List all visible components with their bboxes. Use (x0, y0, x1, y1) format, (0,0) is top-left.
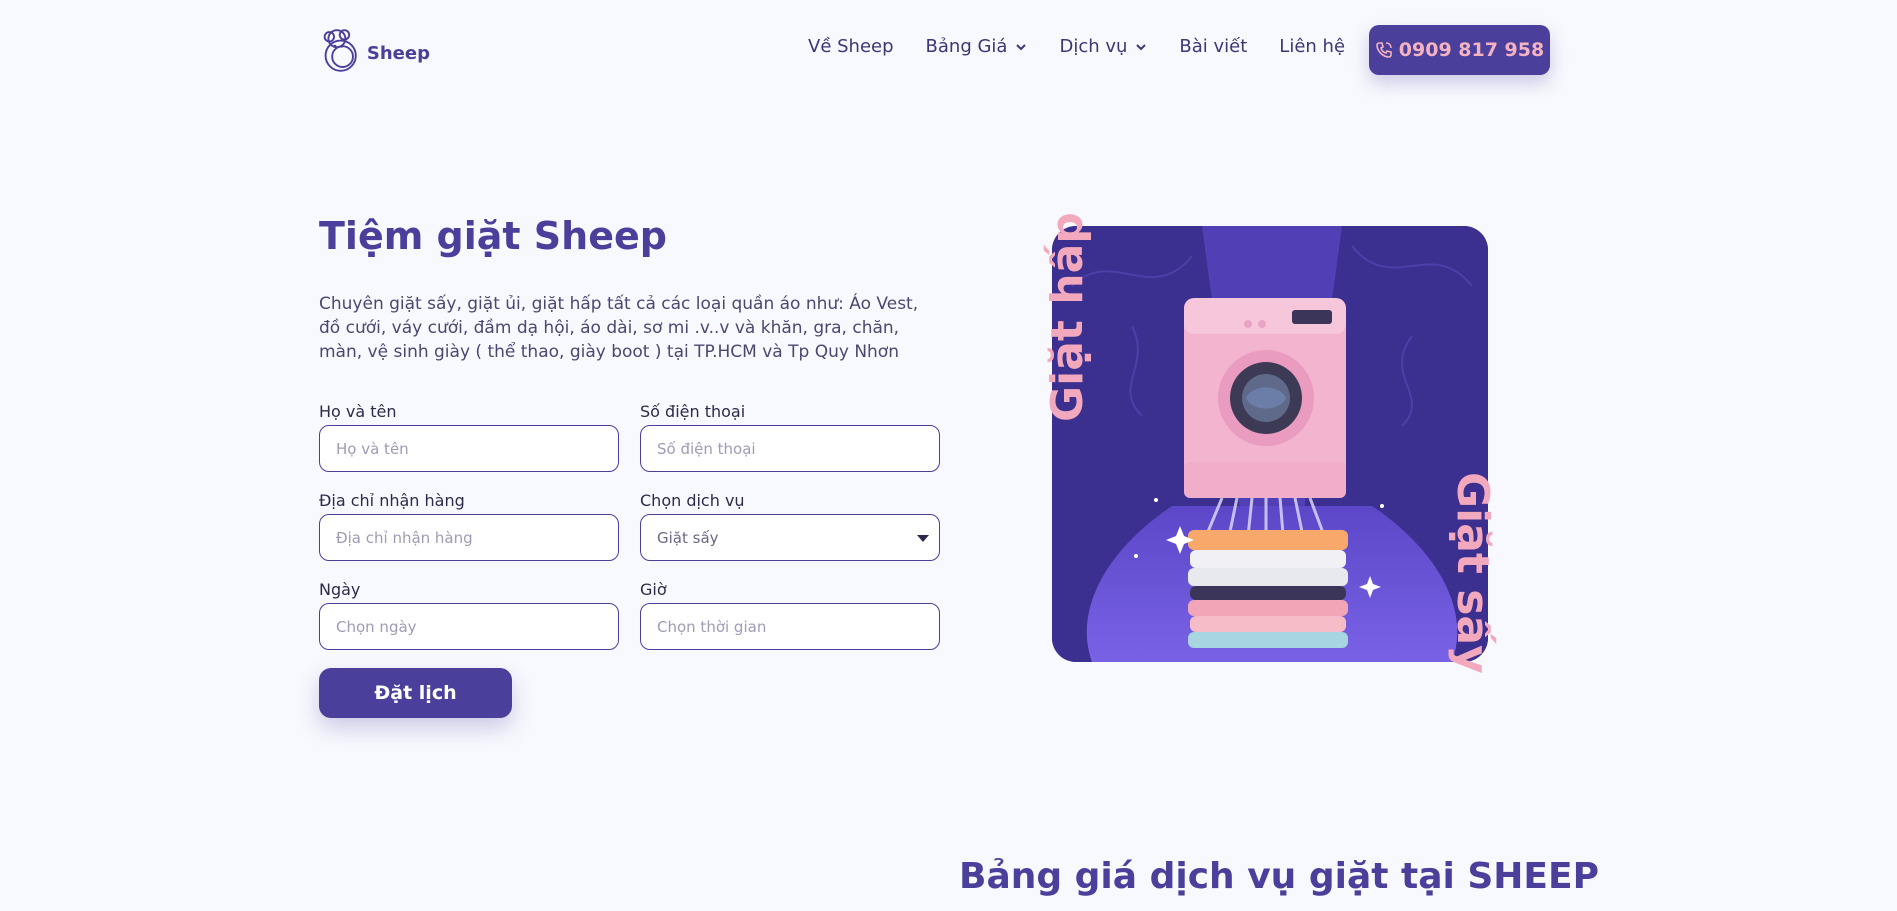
nav-item-services[interactable]: Dịch vụ (1059, 36, 1147, 57)
hero-description: Chuyên giặt sấy, giặt ủi, giặt hấp tất c… (319, 294, 919, 362)
nav-item-label: Bài viết (1179, 36, 1248, 57)
phone-number: 0909 817 958 (1398, 39, 1545, 61)
illustration-card (1052, 226, 1488, 662)
phone-field-group: Số điện thoại (640, 402, 940, 472)
logo[interactable]: Sheep (318, 24, 430, 76)
pricing-section-title: Bảng giá dịch vụ giặt tại SHEEP (959, 856, 1599, 897)
date-field-group: Ngày (319, 580, 619, 650)
phone-icon (1375, 42, 1392, 58)
nav-item-label: Dịch vụ (1059, 36, 1128, 57)
chevron-down-icon (1136, 43, 1147, 50)
name-label: Họ và tên (319, 402, 397, 421)
time-label: Giờ (640, 580, 667, 599)
nav-item-contact[interactable]: Liên hệ (1279, 36, 1345, 57)
date-label: Ngày (319, 580, 361, 599)
dry-wash-text: Giặt sấy (1447, 472, 1498, 674)
address-label: Địa chỉ nhận hàng (319, 491, 465, 510)
caret-down-icon (917, 535, 929, 542)
chevron-down-icon (1016, 43, 1027, 50)
date-input[interactable] (319, 603, 619, 650)
nav-item-label: Liên hệ (1279, 36, 1346, 57)
nav-item-label: Về Sheep (808, 36, 894, 57)
page-title: Tiệm giặt Sheep (319, 214, 667, 258)
name-field-group: Họ và tên (319, 402, 619, 472)
steam-wash-text: Giặt hấp (1042, 212, 1093, 422)
phone-call-button[interactable]: 0909 817 958 (1369, 25, 1550, 75)
hero-illustration: Giặt hấp Giặt sấy (1042, 212, 1498, 674)
address-input[interactable] (319, 514, 619, 561)
nav-item-pricing[interactable]: Bảng Giá (926, 36, 1028, 57)
washing-machine-illustration (1052, 226, 1488, 662)
phone-input[interactable] (640, 425, 940, 472)
service-field-group: Chọn dịch vụ Giặt sấy (640, 491, 940, 561)
nav-item-articles[interactable]: Bài viết (1179, 36, 1247, 57)
dry-wash-label: Giặt sấy (1447, 472, 1512, 674)
service-selected-value: Giặt sấy (657, 528, 719, 547)
phone-label: Số điện thoại (640, 402, 746, 421)
service-select[interactable]: Giặt sấy (640, 514, 940, 561)
name-input[interactable] (319, 425, 619, 472)
time-input[interactable] (640, 603, 940, 650)
sheep-logo-icon (323, 29, 357, 72)
main-nav: Về Sheep Bảng Giá Dịch vụ Bài viết Liên … (808, 36, 1377, 57)
book-button[interactable]: Đặt lịch (319, 668, 512, 718)
logo-text: Sheep (366, 42, 430, 64)
nav-item-about[interactable]: Về Sheep (808, 36, 894, 57)
site-header: Sheep Về Sheep Bảng Giá Dịch vụ Bài viết… (0, 0, 1897, 100)
nav-item-label: Bảng Giá (925, 36, 1008, 57)
service-label: Chọn dịch vụ (640, 491, 745, 510)
address-field-group: Địa chỉ nhận hàng (319, 491, 619, 561)
steam-wash-label: Giặt hấp (1036, 212, 1096, 426)
time-field-group: Giờ (640, 580, 940, 650)
